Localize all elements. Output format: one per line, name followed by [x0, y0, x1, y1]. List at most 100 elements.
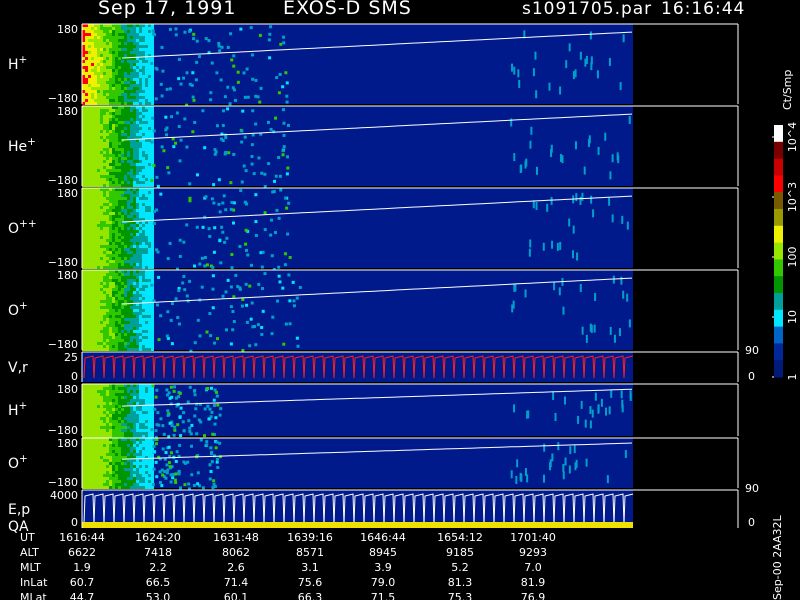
heat-cell — [115, 233, 118, 236]
heat-cell — [88, 78, 91, 81]
speckle — [205, 443, 209, 447]
heat-cell — [109, 66, 112, 69]
heat-cell — [88, 242, 91, 245]
heat-cell — [109, 266, 112, 269]
heat-cell — [91, 300, 94, 303]
heat-cell — [109, 300, 112, 303]
heat-cell — [145, 233, 148, 236]
heat-cell — [124, 102, 127, 105]
heat-cell — [115, 254, 118, 257]
heat-cell — [112, 330, 115, 333]
heat-cell — [88, 291, 91, 294]
heat-cell — [97, 121, 100, 124]
panel-right-tick-bottom: 0 — [748, 516, 755, 529]
heat-cell — [130, 245, 133, 248]
heat-cell — [106, 414, 109, 417]
heat-cell — [94, 215, 97, 218]
speckle — [285, 206, 289, 210]
heat-cell — [124, 184, 127, 187]
heat-cell — [94, 257, 97, 260]
heat-cell — [136, 45, 139, 48]
heat-cell — [109, 486, 112, 489]
heat-cell — [121, 266, 124, 269]
speckle — [210, 61, 214, 65]
heat-cell — [127, 227, 130, 230]
panel-0: H+180−180 — [8, 23, 739, 107]
speckle — [195, 60, 199, 64]
heat-cell — [85, 63, 88, 66]
heat-cell — [97, 127, 100, 130]
speckle — [213, 388, 217, 392]
heat-cell — [118, 78, 121, 81]
heat-cell — [88, 429, 91, 432]
heat-cell — [145, 145, 148, 148]
speckle — [195, 225, 199, 229]
heat-cell — [127, 69, 130, 72]
heat-cell — [118, 321, 121, 324]
heat-cell — [100, 471, 103, 474]
heat-cell — [115, 248, 118, 251]
heat-cell — [85, 99, 88, 102]
heat-cell — [112, 402, 115, 405]
heat-cell — [109, 48, 112, 51]
table-cell: 81.9 — [521, 576, 546, 589]
heat-cell — [133, 197, 136, 200]
heat-cell — [130, 459, 133, 462]
heat-cell — [142, 84, 145, 87]
heat-cell — [142, 447, 145, 450]
heat-cell — [106, 221, 109, 224]
heat-cell — [133, 172, 136, 175]
heat-cell — [97, 336, 100, 339]
heat-cell — [88, 459, 91, 462]
speckle — [250, 301, 254, 305]
heat-cell — [136, 84, 139, 87]
heat-cell — [145, 60, 148, 63]
heat-cell — [148, 157, 151, 160]
heat-cell — [130, 163, 133, 166]
heat-cell — [136, 263, 139, 266]
heat-cell — [151, 175, 154, 178]
heat-cell — [142, 426, 145, 429]
heat-cell — [133, 399, 136, 402]
heat-cell — [127, 297, 130, 300]
speckle — [281, 153, 285, 157]
heat-cell — [91, 63, 94, 66]
panel-ytick-top: 4000 — [50, 489, 78, 502]
speckle — [230, 253, 234, 257]
speckle — [164, 451, 168, 455]
heat-cell — [139, 72, 142, 75]
heat-cell — [136, 387, 139, 390]
panel-ytick-bottom: −180 — [48, 338, 78, 351]
panel-ytick-top: 180 — [57, 437, 78, 450]
heat-cell — [136, 327, 139, 330]
speckle — [177, 77, 181, 81]
streak — [568, 218, 571, 227]
speckle — [224, 290, 228, 294]
heat-cell — [103, 112, 106, 115]
heat-cell — [100, 200, 103, 203]
colorbar-swatch — [774, 158, 783, 176]
heat-cell — [130, 109, 133, 112]
speckle — [231, 328, 235, 332]
heat-cell — [88, 303, 91, 306]
heat-cell — [100, 124, 103, 127]
heat-cell — [145, 254, 148, 257]
heat-cell — [115, 39, 118, 42]
heat-cell — [94, 276, 97, 279]
heat-cell — [88, 306, 91, 309]
heat-cell — [124, 172, 127, 175]
heat-cell — [121, 339, 124, 342]
heat-cell — [115, 230, 118, 233]
heat-cell — [109, 30, 112, 33]
heat-cell — [100, 477, 103, 480]
heat-cell — [100, 96, 103, 99]
speckle — [205, 440, 209, 444]
heat-cell — [88, 414, 91, 417]
speckle — [185, 294, 189, 298]
heat-cell — [139, 197, 142, 200]
heat-cell — [94, 236, 97, 239]
heat-cell — [91, 166, 94, 169]
heat-cell — [112, 251, 115, 254]
heat-cell — [118, 87, 121, 90]
heat-cell — [142, 285, 145, 288]
